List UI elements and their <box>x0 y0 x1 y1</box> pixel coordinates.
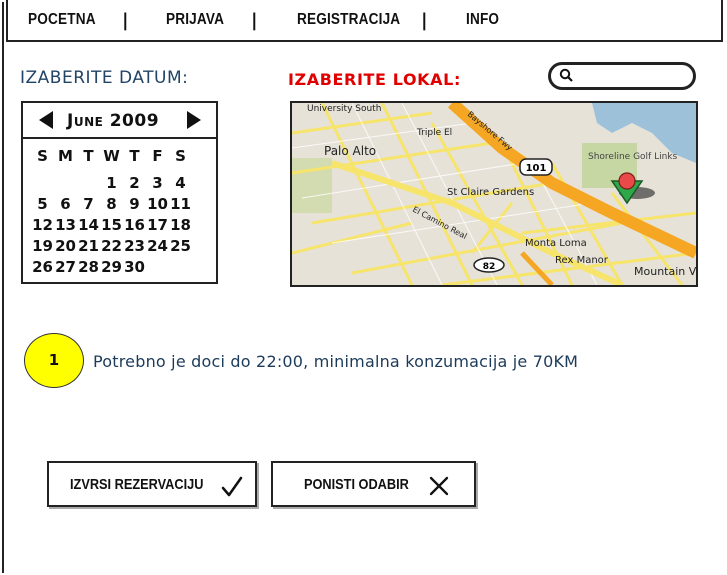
calendar-day[interactable]: 25 <box>169 237 192 258</box>
calendar-day[interactable]: 12 <box>31 216 54 237</box>
calendar-day[interactable] <box>77 174 100 195</box>
weekday-label: T <box>129 147 140 165</box>
calendar-day[interactable] <box>169 258 192 279</box>
calendar-day[interactable]: 27 <box>54 258 77 279</box>
calendar-month-title: June 2009 <box>67 111 160 131</box>
calendar-day[interactable] <box>146 258 169 279</box>
map-label: Shoreline Golf Links <box>588 152 678 162</box>
next-month-icon[interactable] <box>187 111 201 129</box>
calendar-day[interactable]: 9 <box>123 195 146 216</box>
map-graphic: University South Triple El Bayshore Fwy … <box>292 103 696 285</box>
svg-text:101: 101 <box>526 163 547 174</box>
calendar-day[interactable]: 2 <box>123 174 146 195</box>
calendar-day[interactable]: 29 <box>100 258 123 279</box>
calendar-grid: S M T W T F S 1 2 3 4 5 6 7 8 9 10 11 12… <box>31 147 192 279</box>
map-label: University South <box>307 104 381 114</box>
highway-101-shield: 101 <box>519 158 553 176</box>
calendar-day[interactable]: 7 <box>77 195 100 216</box>
map-label: Palo Alto <box>324 144 376 158</box>
calendar-day[interactable]: 14 <box>77 216 100 237</box>
calendar-day[interactable]: 4 <box>169 174 192 195</box>
calendar-week-row: 5 6 7 8 9 10 11 <box>31 195 192 216</box>
reservation-info-text: Potrebno je doci do 22:00, minimalna kon… <box>93 352 579 371</box>
calendar-day[interactable]: 26 <box>31 258 54 279</box>
calendar-day[interactable]: 17 <box>146 216 169 237</box>
search-icon <box>559 68 573 82</box>
calendar-day[interactable] <box>31 174 54 195</box>
weekday-label: F <box>152 147 163 165</box>
calendar-day[interactable]: 13 <box>54 216 77 237</box>
calendar-day[interactable]: 10 <box>146 195 169 216</box>
top-nav: POCETNA | PRIJAVA | REGISTRACIJA | INFO <box>6 0 723 42</box>
cancel-button-label: PONISTI ODABIR <box>304 476 409 493</box>
calendar-week-row: 19 20 21 22 23 24 25 <box>31 237 192 258</box>
calendar-day[interactable]: 21 <box>77 237 100 258</box>
calendar-day[interactable]: 11 <box>169 195 192 216</box>
cancel-selection-button[interactable]: PONISTI ODABIR <box>271 461 476 507</box>
calendar-week-row: 26 27 28 29 30 <box>31 258 192 279</box>
calendar-header: June 2009 <box>23 103 216 139</box>
calendar-day[interactable]: 22 <box>100 237 123 258</box>
weekday-label: S <box>175 147 186 165</box>
nav-item-pocetna[interactable]: POCETNA <box>28 11 96 29</box>
step-badge: 1 <box>24 333 84 388</box>
calendar-day[interactable]: 15 <box>100 216 123 237</box>
nav-separator: | <box>421 10 428 31</box>
calendar-day[interactable] <box>54 174 77 195</box>
calendar-week-row: 1 2 3 4 <box>31 174 192 195</box>
calendar-week-row: 12 13 14 15 16 17 18 <box>31 216 192 237</box>
map-label: Rex Manor <box>555 255 609 266</box>
calendar-day[interactable]: 30 <box>123 258 146 279</box>
previous-month-icon[interactable] <box>39 111 53 129</box>
map-label: Monta Loma <box>525 238 587 249</box>
nav-separator: | <box>122 10 129 31</box>
calendar-day[interactable]: 16 <box>123 216 146 237</box>
calendar-day[interactable]: 8 <box>100 195 123 216</box>
calendar-day[interactable]: 24 <box>146 237 169 258</box>
checkmark-icon <box>221 476 243 497</box>
nav-separator: | <box>251 10 258 31</box>
calendar-day[interactable]: 1 <box>100 174 123 195</box>
calendar-day[interactable]: 23 <box>123 237 146 258</box>
calendar-day[interactable]: 28 <box>77 258 100 279</box>
weekday-label: S <box>37 147 48 165</box>
map-view[interactable]: University South Triple El Bayshore Fwy … <box>290 101 698 287</box>
calendar-day[interactable]: 6 <box>54 195 77 216</box>
map-label: Triple El <box>416 128 452 138</box>
weekday-label: T <box>83 147 94 165</box>
reserve-button[interactable]: IZVRSI REZERVACIJU <box>47 461 257 507</box>
calendar-day[interactable]: 20 <box>54 237 77 258</box>
map-label: Mountain View <box>634 265 696 278</box>
location-section-label: IZABERITE LOKAL: <box>288 70 461 89</box>
date-section-label: IZABERITE DATUM: <box>20 68 189 88</box>
calendar-day[interactable]: 19 <box>31 237 54 258</box>
search-input[interactable] <box>548 62 696 90</box>
calendar-weekday-row: S M T W T F S <box>31 147 192 168</box>
calendar-day[interactable]: 3 <box>146 174 169 195</box>
calendar: June 2009 S M T W T F S 1 2 3 4 5 6 7 8 … <box>21 101 218 284</box>
highway-82-shield: 82 <box>473 257 505 273</box>
reserve-button-label: IZVRSI REZERVACIJU <box>70 476 204 493</box>
nav-item-info[interactable]: INFO <box>466 11 499 29</box>
nav-item-registracija[interactable]: REGISTRACIJA <box>297 11 400 29</box>
nav-item-prijava[interactable]: PRIJAVA <box>166 11 224 29</box>
calendar-day[interactable]: 5 <box>31 195 54 216</box>
weekday-label: W <box>103 147 120 165</box>
svg-text:82: 82 <box>483 262 496 272</box>
x-icon <box>429 476 449 496</box>
weekday-label: M <box>58 147 73 165</box>
calendar-day[interactable]: 18 <box>169 216 192 237</box>
map-label: St Claire Gardens <box>447 187 534 198</box>
